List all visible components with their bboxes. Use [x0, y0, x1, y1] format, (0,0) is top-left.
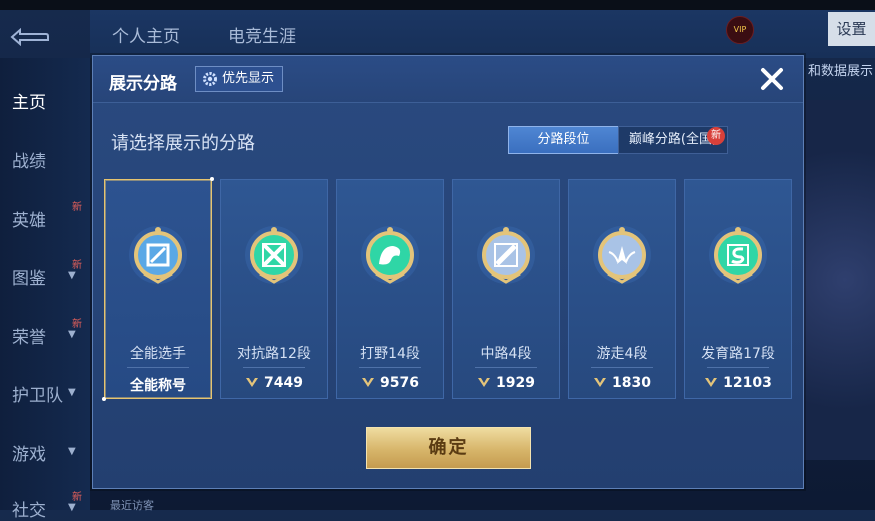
lane-card-value-text: 9576 [380, 375, 419, 391]
new-badge: 新 [72, 202, 82, 213]
lane-card-value: 全能称号 [105, 375, 211, 395]
lane-card-value-text: 1830 [612, 375, 651, 391]
chevron-down-icon: ▼ [68, 329, 76, 340]
lane-card-value: 1929 [453, 375, 559, 391]
selection-corner [102, 397, 106, 401]
new-badge: 新 [707, 127, 725, 145]
priority-display-label: 优先显示 [222, 71, 275, 86]
lane-card[interactable]: 对抗路12段 7449 [220, 179, 328, 399]
lane-rank-emblem-icon [477, 226, 535, 284]
tab-profile[interactable]: 个人主页 [112, 22, 180, 47]
sidebar-item[interactable]: 主页 [12, 88, 46, 113]
lane-rank-emblem-icon [129, 226, 187, 284]
lane-card-label: 发育路17段 [701, 346, 775, 362]
lane-card[interactable]: 全能选手 全能称号 [102, 177, 214, 401]
chevron-down-icon: ▼ [68, 502, 76, 513]
lane-card-label: 中路4段 [480, 346, 532, 362]
lane-card-value: 12103 [685, 375, 791, 391]
sidebar-item[interactable]: 图鉴 [12, 264, 46, 289]
sidebar-item[interactable]: 游戏 [12, 440, 46, 465]
lane-rank-emblem-icon [593, 226, 651, 284]
divider [359, 367, 421, 368]
new-badge: 新 [72, 260, 82, 271]
sidebar-item[interactable]: 社交 [12, 496, 46, 521]
points-icon [594, 378, 607, 387]
lane-card-value: 1830 [569, 375, 675, 391]
divider [707, 367, 769, 368]
new-badge: 新 [72, 319, 82, 330]
background-scene [800, 100, 875, 460]
lane-card-value-text: 1929 [496, 375, 535, 391]
confirm-button[interactable]: 确定 [366, 427, 531, 469]
tab-lane-rank[interactable]: 分路段位 [508, 126, 619, 154]
points-icon [705, 378, 718, 387]
recent-visitors-label: 最近访客 [110, 499, 154, 512]
sidebar-item[interactable]: 荣誉 [12, 323, 46, 348]
selection-prompt: 请选择展示的分路 [111, 133, 255, 154]
priority-display-button[interactable]: 优先显示 [195, 66, 284, 92]
sidebar-item[interactable]: 英雄 [12, 206, 46, 231]
background-header [90, 10, 875, 58]
background-hint-text: 和数据展示 [808, 64, 874, 79]
divider [243, 367, 305, 368]
divider [127, 367, 189, 368]
divider [475, 367, 537, 368]
lane-card[interactable]: 打野14段 9576 [336, 179, 444, 399]
lane-card-label: 全能选手 [130, 346, 186, 362]
dialog-titlebar: 展示分路 优先显示 [93, 56, 803, 103]
lane-card-label: 打野14段 [360, 346, 420, 362]
status-strip [0, 0, 875, 10]
chevron-down-icon: ▼ [68, 270, 76, 281]
selection-corner [210, 177, 214, 181]
sidebar-item[interactable]: 护卫队 [12, 381, 63, 406]
lane-card-value: 9576 [337, 375, 443, 391]
close-icon[interactable] [757, 64, 787, 94]
lane-card-label: 游走4段 [596, 346, 648, 362]
back-icon[interactable] [10, 28, 50, 46]
sidebar-item[interactable]: 战绩 [12, 147, 46, 172]
chevron-down-icon: ▼ [68, 446, 76, 457]
chevron-down-icon: ▼ [68, 387, 76, 398]
new-badge: 新 [72, 492, 82, 503]
settings-button[interactable]: 设置 [828, 12, 875, 46]
lane-card[interactable]: 中路4段 1929 [452, 179, 560, 399]
lane-card-value-text: 7449 [264, 375, 303, 391]
lane-card-value: 7449 [221, 375, 327, 391]
tab-esports[interactable]: 电竞生涯 [228, 22, 296, 47]
lane-card-value-text: 全能称号 [130, 378, 186, 394]
lane-card-label: 对抗路12段 [237, 346, 311, 362]
points-icon [478, 378, 491, 387]
lane-rank-emblem-icon [245, 226, 303, 284]
vip-badge: VIP [726, 16, 754, 44]
points-icon [246, 378, 259, 387]
points-icon [362, 378, 375, 387]
lane-rank-emblem-icon [709, 226, 767, 284]
lane-card[interactable]: 游走4段 1830 [568, 179, 676, 399]
lane-card[interactable]: 发育路17段 12103 [684, 179, 792, 399]
lane-rank-emblem-icon [361, 226, 419, 284]
lane-display-dialog: 展示分路 优先显示 请选择展示的分路 分路段位 巅峰分路(全国) 新 全能选手全… [92, 55, 804, 489]
gear-icon [203, 72, 217, 86]
dialog-title: 展示分路 [109, 74, 177, 94]
lane-card-value-text: 12103 [723, 375, 772, 391]
divider [591, 367, 653, 368]
